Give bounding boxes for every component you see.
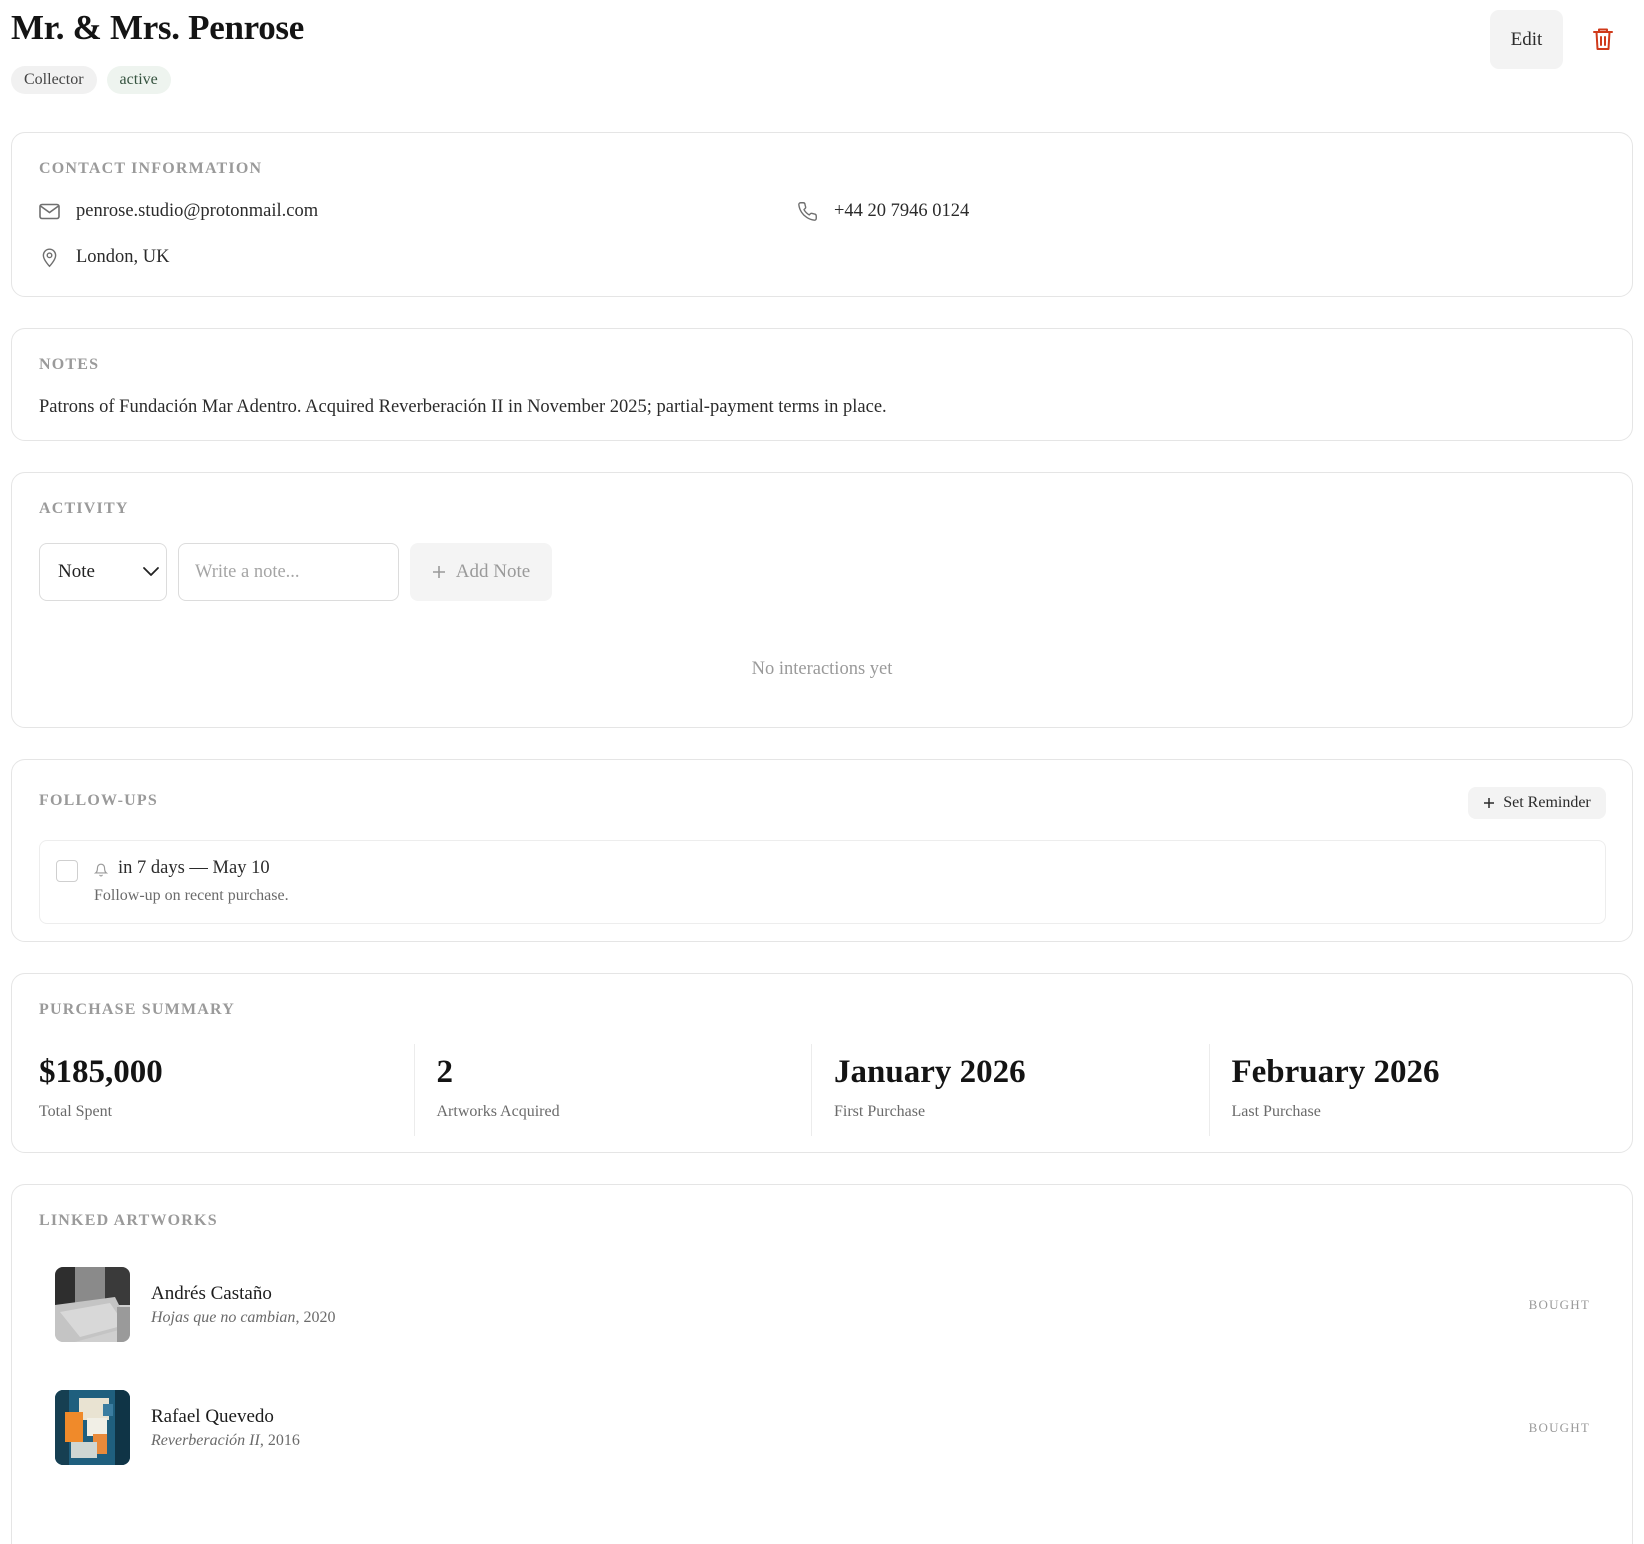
followup-item: in 7 days — May 10 Follow-up on recent p… bbox=[39, 840, 1606, 924]
section-title: PURCHASE SUMMARY bbox=[39, 1001, 235, 1018]
section-title: ACTIVITY bbox=[39, 500, 129, 517]
linked-artworks-card: LINKED ARTWORKS Andrés Castaño Hojas que… bbox=[11, 1184, 1633, 1544]
bell-icon bbox=[94, 863, 108, 877]
stat-value: $185,000 bbox=[39, 1054, 163, 1090]
section-title: NOTES bbox=[39, 356, 100, 373]
stat-last-purchase: February 2026 Last Purchase bbox=[1208, 1044, 1607, 1136]
artwork-status: BOUGHT bbox=[1528, 1297, 1590, 1312]
set-reminder-label: Set Reminder bbox=[1503, 794, 1591, 811]
phone-row: +44 20 7946 0124 bbox=[797, 201, 969, 222]
followup-when: in 7 days — May 10 bbox=[118, 858, 270, 878]
artwork-thumbnail bbox=[55, 1267, 130, 1342]
artwork-thumbnail bbox=[55, 1390, 130, 1465]
contact-info-card: CONTACT INFORMATION penrose.studio@proto… bbox=[11, 132, 1633, 297]
artwork-details: Reverberación II, 2016 bbox=[151, 1432, 300, 1450]
artwork-item[interactable]: Andrés Castaño Hojas que no cambian, 202… bbox=[55, 1267, 1606, 1343]
edit-button[interactable]: Edit bbox=[1490, 10, 1563, 69]
activity-type-select[interactable]: Note bbox=[39, 543, 167, 601]
note-input[interactable] bbox=[178, 543, 399, 601]
map-pin-icon bbox=[42, 248, 57, 268]
stat-label: Artworks Acquired bbox=[436, 1103, 560, 1120]
artwork-title: Hojas que no cambian bbox=[151, 1309, 296, 1326]
followup-description: Follow-up on recent purchase. bbox=[94, 887, 289, 904]
stat-artworks-acquired: 2 Artworks Acquired bbox=[413, 1044, 812, 1136]
purchase-summary-card: PURCHASE SUMMARY $185,000 Total Spent 2 … bbox=[11, 973, 1633, 1153]
delete-button[interactable] bbox=[1591, 26, 1615, 52]
notes-text: Patrons of Fundación Mar Adentro. Acquir… bbox=[39, 397, 887, 417]
activity-type-value: Note bbox=[58, 561, 95, 582]
artwork-item[interactable]: Rafael Quevedo Reverberación II, 2016 BO… bbox=[55, 1390, 1606, 1466]
location-text: London, UK bbox=[76, 247, 170, 267]
activity-card: ACTIVITY Note Add Note No interactions y… bbox=[11, 472, 1633, 728]
artwork-artist: Andrés Castaño bbox=[151, 1283, 272, 1304]
section-title: CONTACT INFORMATION bbox=[39, 160, 263, 177]
chevron-down-icon bbox=[143, 567, 159, 576]
contact-header: Mr. & Mrs. Penrose Collector active Edit bbox=[11, 0, 1633, 100]
stat-label: Last Purchase bbox=[1231, 1103, 1321, 1120]
add-note-label: Add Note bbox=[455, 561, 531, 582]
stat-label: First Purchase bbox=[834, 1103, 926, 1120]
section-title: LINKED ARTWORKS bbox=[39, 1212, 218, 1229]
followup-checkbox[interactable] bbox=[56, 860, 78, 882]
add-note-button[interactable]: Add Note bbox=[410, 543, 552, 601]
artwork-artist: Rafael Quevedo bbox=[151, 1406, 274, 1427]
role-badge: Collector bbox=[11, 66, 97, 94]
stats-row: $185,000 Total Spent 2 Artworks Acquired… bbox=[39, 1044, 1606, 1136]
mail-icon bbox=[39, 203, 60, 220]
artwork-year: , 2020 bbox=[295, 1309, 336, 1326]
stat-total-spent: $185,000 Total Spent bbox=[39, 1044, 414, 1136]
section-title: FOLLOW-UPS bbox=[39, 792, 158, 809]
artwork-details: Hojas que no cambian, 2020 bbox=[151, 1309, 335, 1327]
artwork-title: Reverberación II bbox=[151, 1432, 260, 1449]
empty-state: No interactions yet bbox=[751, 659, 893, 679]
artwork-year: , 2016 bbox=[259, 1432, 300, 1449]
plus-icon bbox=[432, 566, 445, 578]
phone-icon bbox=[798, 202, 817, 221]
tag-list: Collector active bbox=[11, 66, 171, 94]
email-row: penrose.studio@protonmail.com bbox=[39, 201, 318, 222]
stat-value: February 2026 bbox=[1231, 1054, 1440, 1090]
followups-card: FOLLOW-UPS Set Reminder in 7 days — May … bbox=[11, 759, 1633, 942]
stat-value: January 2026 bbox=[834, 1054, 1026, 1090]
stat-first-purchase: January 2026 First Purchase bbox=[811, 1044, 1209, 1136]
trash-icon bbox=[1593, 28, 1613, 50]
location-row: London, UK bbox=[39, 247, 170, 268]
plus-icon bbox=[1484, 798, 1495, 808]
notes-card: NOTES Patrons of Fundación Mar Adentro. … bbox=[11, 328, 1633, 441]
email-link[interactable]: penrose.studio@protonmail.com bbox=[76, 201, 318, 222]
phone-link[interactable]: +44 20 7946 0124 bbox=[834, 201, 969, 222]
stat-value: 2 bbox=[436, 1054, 454, 1090]
artwork-status: BOUGHT bbox=[1528, 1420, 1590, 1435]
stat-label: Total Spent bbox=[39, 1103, 113, 1120]
set-reminder-button[interactable]: Set Reminder bbox=[1468, 787, 1606, 819]
page-title: Mr. & Mrs. Penrose bbox=[11, 8, 304, 47]
status-badge: active bbox=[106, 66, 171, 94]
